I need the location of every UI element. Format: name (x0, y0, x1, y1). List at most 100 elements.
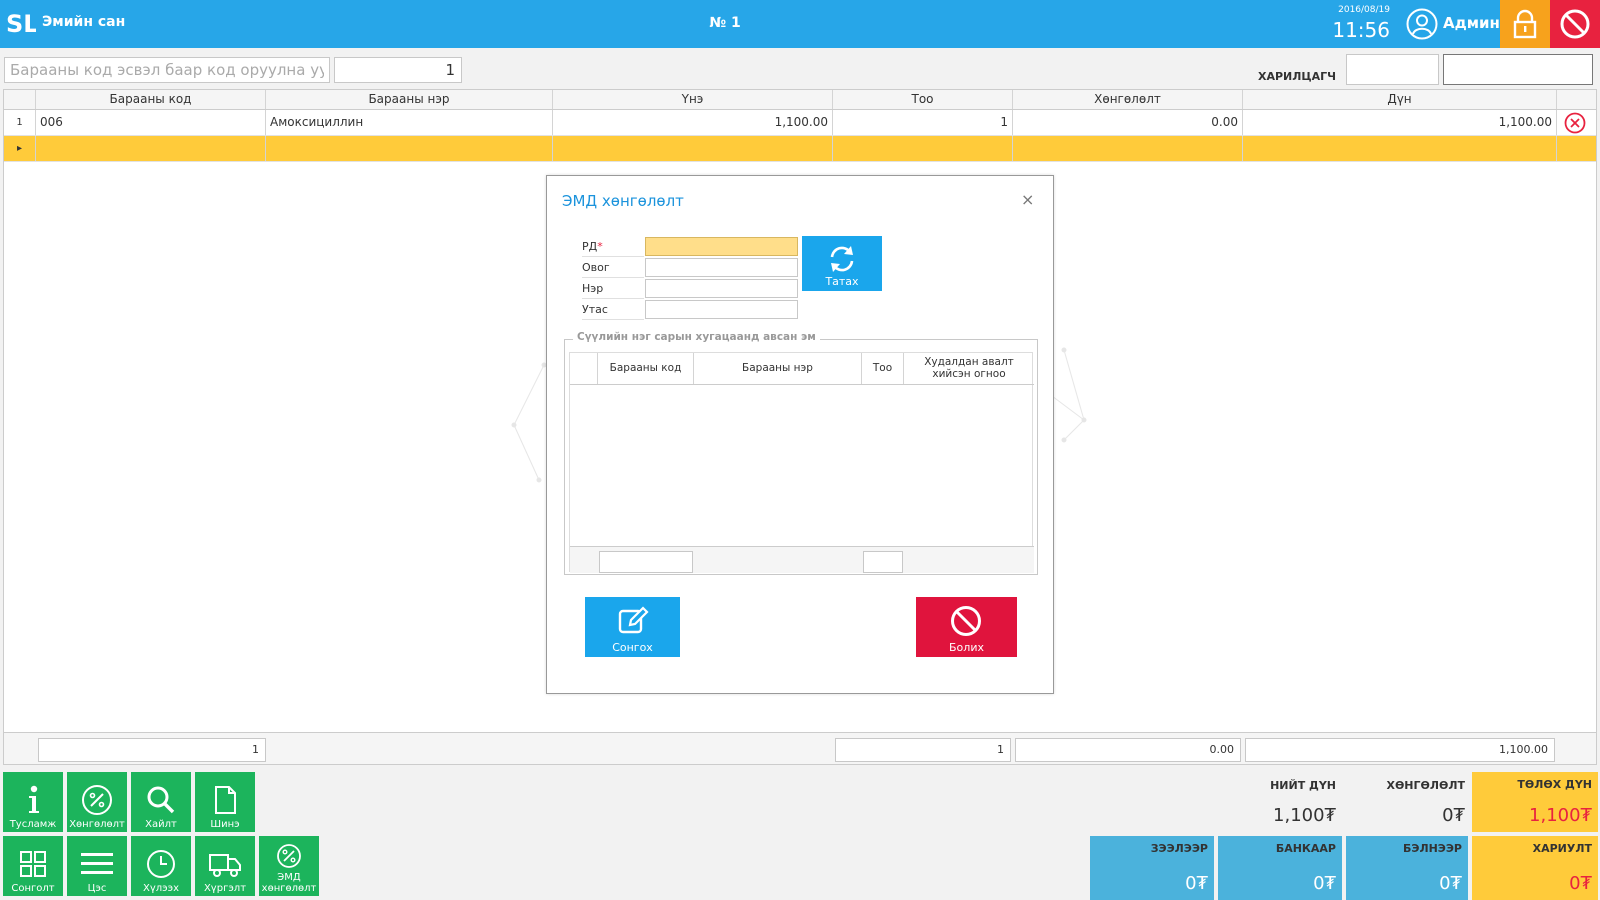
subgrid-totals-row (570, 546, 1034, 573)
customer-code-field[interactable] (1346, 54, 1439, 85)
new-cell-price (553, 136, 833, 161)
cash-payment-value: 0₮ (1439, 873, 1462, 894)
customer-label: ХАРИЛЦАГЧ (1258, 70, 1337, 83)
change-panel: ХАРИУЛТ 0₮ (1472, 836, 1598, 900)
new-cell-discount (1013, 136, 1243, 161)
phone-input[interactable] (645, 300, 798, 319)
cell-amount: 1,100.00 (1243, 110, 1557, 135)
column-header-code[interactable]: Барааны код (36, 90, 266, 109)
firstname-input[interactable] (645, 279, 798, 298)
hold-button-label: Хүлээх (142, 882, 180, 894)
subgrid-header-marker (570, 353, 598, 384)
quantity-input[interactable] (334, 57, 462, 83)
required-marker: * (597, 240, 603, 253)
block-icon (1560, 9, 1590, 39)
change-value: 0₮ (1569, 873, 1592, 894)
total-value: 1,100₮ (1273, 805, 1336, 826)
order-number: № 1 (709, 15, 741, 31)
discount-total-label: ХӨНГӨЛӨЛТ (1386, 779, 1465, 792)
change-label: ХАРИУЛТ (1532, 842, 1592, 855)
menu-button-label: Цэс (87, 882, 107, 894)
fetch-button[interactable]: Татах (802, 236, 882, 291)
new-button[interactable]: Шинэ (195, 772, 255, 832)
group-title: Сүүлийн нэг сарын хугацаанд авсан эм (573, 331, 820, 343)
cell-price: 1,100.00 (553, 110, 833, 135)
row-index: 1 (4, 110, 36, 135)
discount-button[interactable]: Хөнгөлөлт (67, 772, 127, 832)
grid-totals-row: 1 1 0.00 1,100.00 (4, 732, 1596, 764)
clock-icon (147, 850, 175, 878)
new-row[interactable]: ▸ (4, 136, 1596, 162)
health-insurance-discount-dialog: ЭМД хөнгөлөлт × РД* Овог Нэр Утас Татах … (546, 175, 1054, 694)
subgrid-column-qty[interactable]: Тоо (862, 353, 904, 384)
cell-name: Амоксициллин (266, 110, 553, 135)
top-bar: SL Эмийн сан № 1 2016/08/19 11:56 Админ (0, 0, 1600, 48)
info-icon (29, 785, 39, 813)
lock-icon (1513, 9, 1537, 39)
subgrid-column-code[interactable]: Барааны код (598, 353, 694, 384)
insurance-discount-button[interactable]: ЭМД хөнгөлөлт (259, 836, 319, 896)
cell-discount: 0.00 (1013, 110, 1243, 135)
dialog-title: ЭМД хөнгөлөлт (562, 192, 684, 210)
user-avatar-icon[interactable] (1406, 8, 1438, 40)
column-header-qty[interactable]: Тоо (833, 90, 1013, 109)
column-header-price[interactable]: Үнэ (553, 90, 833, 109)
barcode-search-input[interactable] (4, 57, 330, 83)
choose-button[interactable]: Сонгох (585, 597, 680, 657)
new-button-label: Шинэ (210, 818, 240, 830)
lock-button[interactable] (1500, 0, 1550, 48)
firstname-label: Нэр (582, 279, 644, 299)
amount-due-panel: ТӨЛӨХ ДҮН 1,100₮ (1472, 772, 1598, 832)
recent-medicines-group: Сүүлийн нэг сарын хугацаанд авсан эм Бар… (564, 331, 1038, 575)
credit-payment-button[interactable]: ЗЭЭЛЭЭР 0₮ (1090, 836, 1214, 900)
cancel-button[interactable]: Болих (916, 597, 1017, 657)
rd-label: РД* (582, 237, 644, 257)
close-icon[interactable]: × (1021, 190, 1034, 209)
rd-label-text: РД (582, 240, 598, 253)
user-name[interactable]: Админ (1443, 14, 1500, 32)
app-logo-icon: SL (6, 10, 36, 38)
subgrid-column-name[interactable]: Барааны нэр (694, 353, 862, 384)
subgrid-total-code (599, 551, 693, 573)
discount-button-label: Хөнгөлөлт (69, 818, 125, 830)
block-icon (951, 606, 981, 636)
bank-payment-button[interactable]: БАНКААР 0₮ (1218, 836, 1342, 900)
percent-icon (277, 844, 301, 868)
search-button-label: Хайлт (145, 818, 177, 830)
cash-payment-label: БЭЛНЭЭР (1402, 842, 1462, 855)
options-button[interactable]: Сонголт (3, 836, 63, 896)
column-header-amount[interactable]: Дүн (1243, 90, 1557, 109)
truck-icon (209, 854, 241, 877)
delivery-button[interactable]: Хүргэлт (195, 836, 255, 896)
cash-payment-button[interactable]: БЭЛНЭЭР 0₮ (1346, 836, 1468, 900)
exit-button[interactable] (1550, 0, 1600, 48)
insurance-discount-button-label: ЭМД хөнгөлөлт (261, 872, 317, 894)
menu-button[interactable]: Цэс (67, 836, 127, 896)
search-button[interactable]: Хайлт (131, 772, 191, 832)
hold-button[interactable]: Хүлээх (131, 836, 191, 896)
subgrid-column-date[interactable]: Худалдан авалт хийсэн огноо (904, 353, 1034, 384)
column-header-name[interactable]: Барааны нэр (266, 90, 553, 109)
new-cell-qty (833, 136, 1013, 161)
column-header-discount[interactable]: Хөнгөлөлт (1013, 90, 1243, 109)
cell-qty[interactable]: 1 (833, 110, 1013, 135)
lastname-input[interactable] (645, 258, 798, 277)
customer-name-field[interactable] (1443, 54, 1593, 85)
search-icon (147, 786, 175, 814)
total-amount: 1,100.00 (1245, 738, 1555, 762)
new-cell-code[interactable] (36, 136, 266, 161)
fetch-button-label: Татах (825, 275, 859, 288)
discount-total-value: 0₮ (1442, 805, 1465, 826)
new-row-marker: ▸ (4, 136, 36, 161)
rd-input[interactable] (645, 237, 798, 256)
refresh-icon (830, 246, 854, 272)
menu-icon (81, 853, 113, 874)
amount-due-label: ТӨЛӨХ ДҮН (1517, 778, 1592, 791)
phone-label: Утас (582, 300, 644, 320)
delete-row-icon[interactable] (1564, 112, 1586, 134)
help-button[interactable]: Тусламж (3, 772, 63, 832)
table-row[interactable]: 1 006 Амоксициллин 1,100.00 1 0.00 1,100… (4, 110, 1596, 136)
subgrid-header: Барааны код Барааны нэр Тоо Худалдан ава… (570, 353, 1034, 385)
recent-medicines-grid: Барааны код Барааны нэр Тоо Худалдан ава… (569, 352, 1034, 573)
new-document-icon (215, 786, 236, 814)
